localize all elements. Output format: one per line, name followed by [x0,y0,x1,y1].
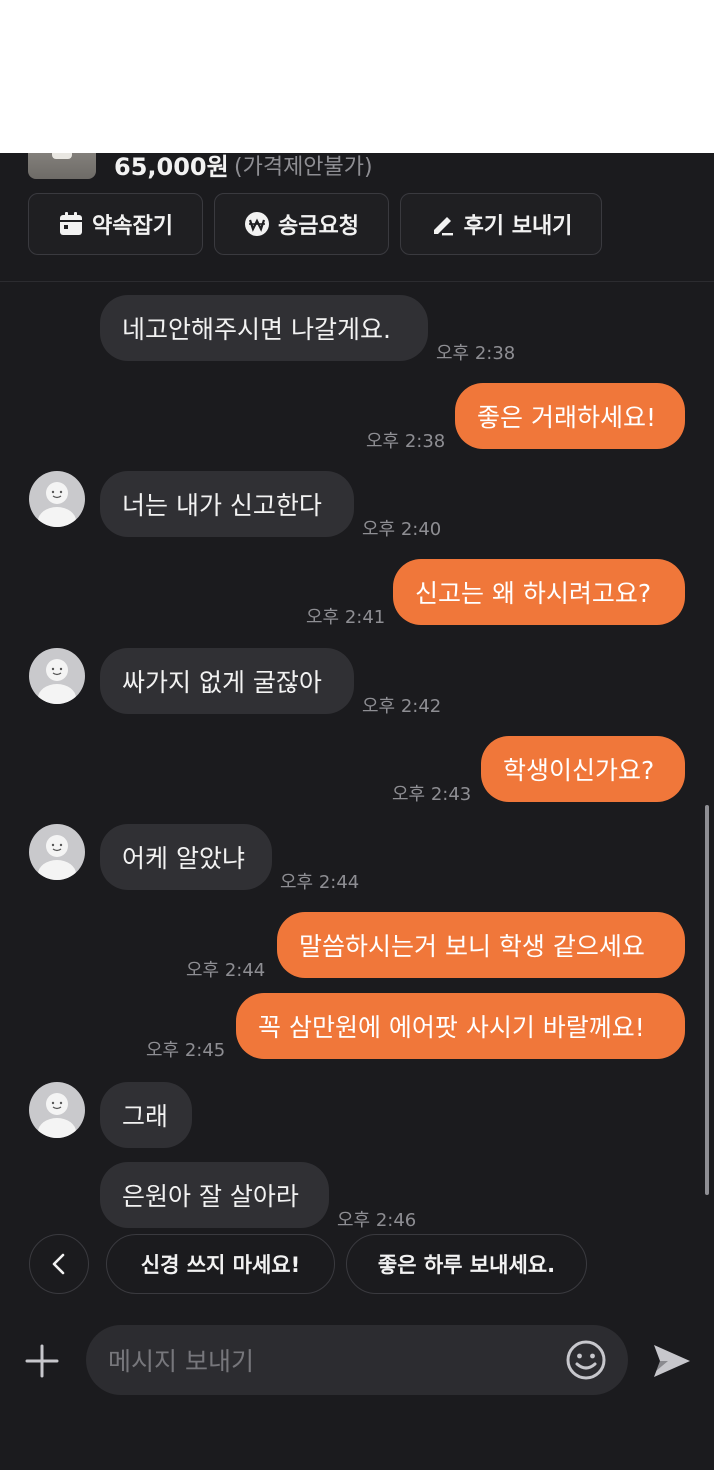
message-bubble-incoming[interactable]: 그래 [100,1082,192,1148]
message-timestamp: 오후 2:45 [146,1040,226,1061]
avatar-icon [38,659,76,704]
message-timestamp: 오후 2:44 [186,960,266,981]
message-bubble-outgoing[interactable]: 좋은 거래하세요! [455,383,685,449]
message-bubble-incoming[interactable]: 네고안해주시면 나갈게요. [100,295,428,361]
message-bubble-incoming[interactable]: 어케 알았냐 [100,824,272,890]
product-price: 65,000원 [114,153,229,181]
message-input[interactable] [106,1325,560,1397]
avatar[interactable] [29,471,85,527]
chat-screen: 65,000원 (가격제안불가) 약속잡기 송금요청 후기 보내기 네고안해주시… [0,153,714,1470]
message-timestamp: 오후 2:43 [392,784,472,805]
chat-scrollbar[interactable] [705,805,709,1195]
message-timestamp: 오후 2:38 [436,343,516,364]
won-icon [245,212,270,236]
price-note: (가격제안불가) [234,155,373,180]
message-timestamp: 오후 2:40 [362,519,442,540]
quick-reply-prev-button[interactable] [29,1234,89,1294]
remit-request-label: 송금요청 [278,214,359,239]
plus-icon[interactable] [24,1343,60,1379]
avatar-icon [38,1093,76,1138]
message-bubble-outgoing[interactable]: 신고는 왜 하시려고요? [393,559,685,625]
avatar[interactable] [29,1082,85,1138]
remit-request-button[interactable]: 송금요청 [214,193,389,255]
emoji-icon[interactable] [564,1338,608,1382]
product-thumbnail[interactable] [28,153,96,179]
message-bubble-incoming[interactable]: 은원아 잘 살아라 [100,1162,329,1228]
message-bubble-incoming[interactable]: 싸가지 없게 굴잖아 [100,648,354,714]
calendar-icon [60,212,83,235]
send-icon[interactable] [650,1341,692,1381]
send-review-button[interactable]: 후기 보내기 [400,193,602,255]
message-bubble-outgoing[interactable]: 꼭 삼만원에 에어팟 사시기 바랄께요! [236,993,685,1059]
quick-reply-chip[interactable]: 신경 쓰지 마세요! [106,1234,335,1294]
pencil-icon [433,217,453,236]
avatar-icon [38,482,76,527]
message-timestamp: 오후 2:41 [306,607,386,628]
message-timestamp: 오후 2:44 [280,872,360,893]
message-timestamp: 오후 2:42 [362,696,442,717]
product-header: 65,000원 (가격제안불가) 약속잡기 송금요청 후기 보내기 [0,153,714,282]
appointment-label: 약속잡기 [92,214,173,239]
message-bubble-outgoing[interactable]: 말씀하시는거 보니 학생 같으세요 [277,912,685,978]
chevron-left-icon [52,1253,65,1275]
message-input-container[interactable] [86,1325,628,1397]
avatar[interactable] [29,648,85,704]
avatar-icon [38,835,76,880]
message-bubble-outgoing[interactable]: 학생이신가요? [481,736,685,802]
message-timestamp: 오후 2:38 [366,431,446,452]
appointment-button[interactable]: 약속잡기 [28,193,203,255]
message-bubble-incoming[interactable]: 너는 내가 신고한다 [100,471,354,537]
avatar[interactable] [29,824,85,880]
send-review-label: 후기 보내기 [463,214,573,239]
quick-reply-chip[interactable]: 좋은 하루 보내세요. [346,1234,587,1294]
message-timestamp: 오후 2:46 [337,1210,417,1231]
